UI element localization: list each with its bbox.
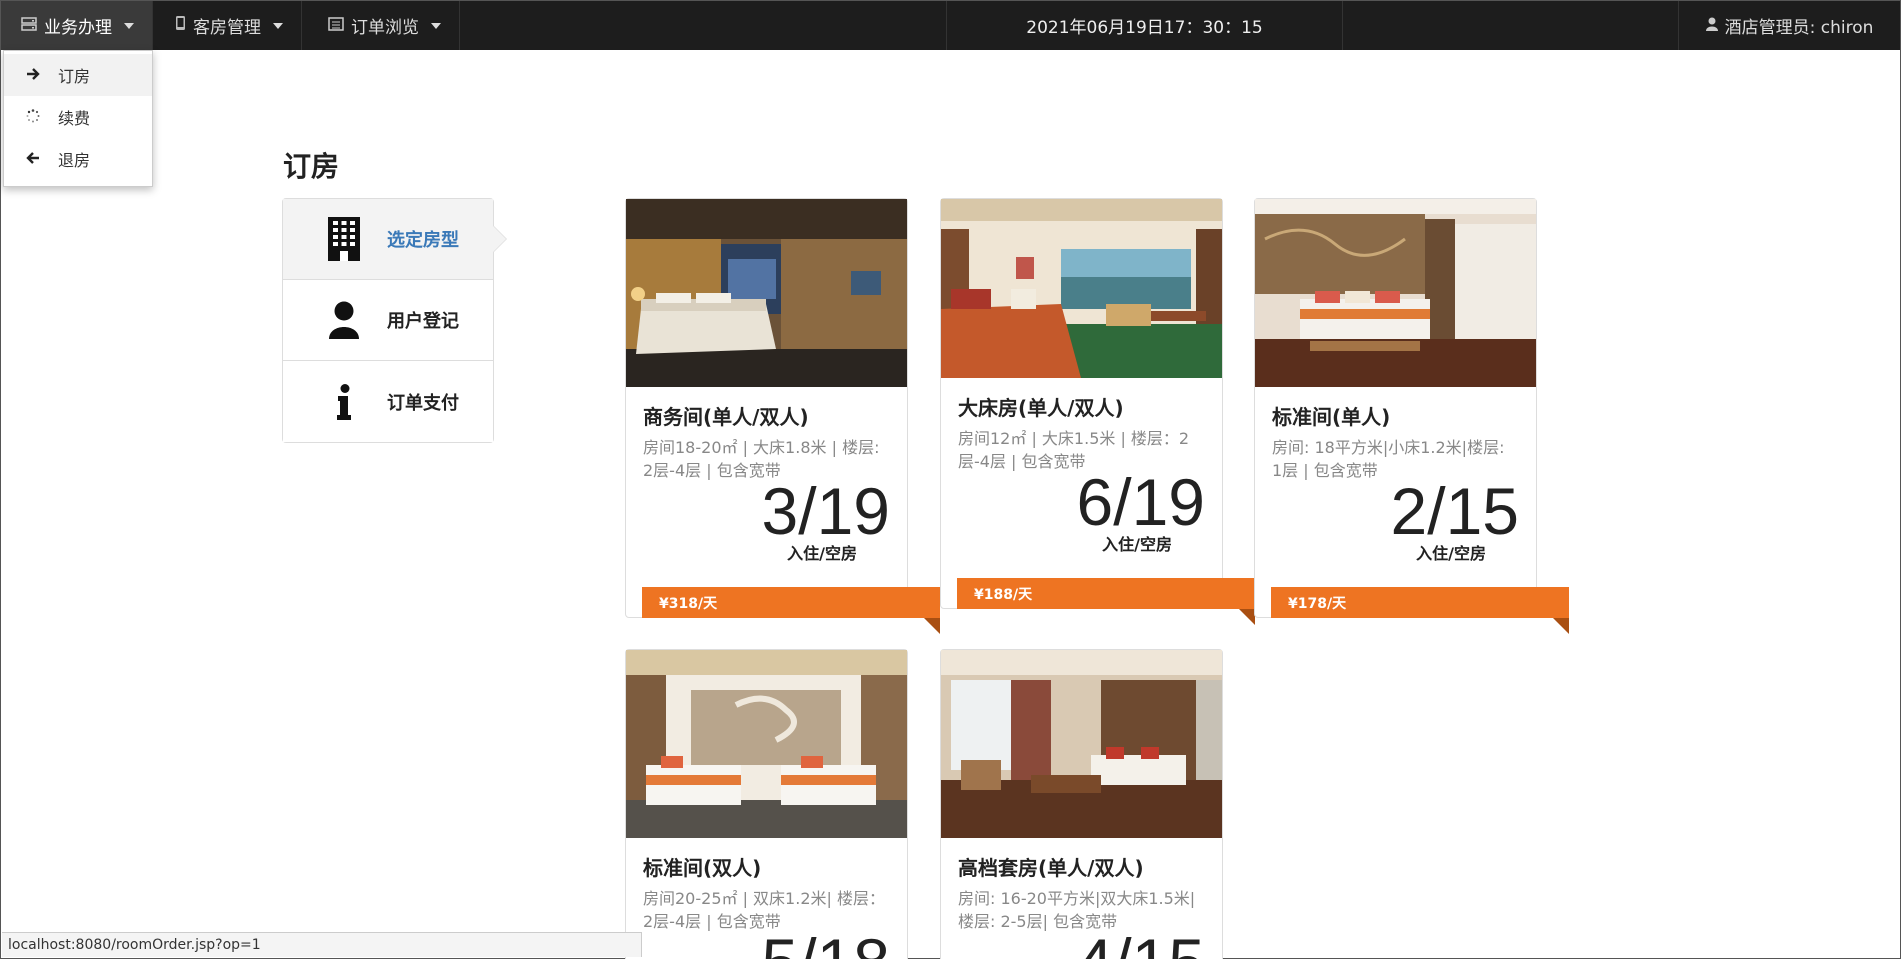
room-price: ¥178/天 (1288, 595, 1347, 612)
room-title: 大床房(单人/双人) (958, 396, 1124, 420)
admin-user-label: 酒店管理员: chiron (1724, 18, 1874, 38)
room-occupancy-count: 6/19 (1076, 465, 1205, 539)
nav-menu-business-label: 业务办理 (44, 18, 112, 38)
room-title: 标准间(单人) (1272, 405, 1391, 429)
page-title: 订房 (283, 150, 340, 183)
room-title: 商务间(单人/双人) (643, 405, 809, 429)
room-card-king[interactable]: 大床房(单人/双人) 房间12㎡ | 大床1.5米 | 楼层：2层-4层 | 包… (940, 198, 1255, 625)
nav-menu-business[interactable]: 业务办理 (1, 1, 153, 50)
chevron-down-icon (431, 22, 441, 29)
room-photo (941, 650, 1222, 838)
room-photo (941, 199, 1222, 378)
booking-steps: 选定房型 用户登记 订单支付 (282, 198, 507, 443)
dropdown-item-label: 订房 (58, 67, 91, 86)
room-occupancy-count: 4/15 (941, 929, 1222, 959)
phone-icon (175, 15, 186, 36)
dropdown-item-label: 退房 (58, 151, 91, 170)
room-card-standard-single[interactable]: 标准间(单人) 房间: 18平方米|小床1.2米|楼层: 1层 | 包含宽带 2… (1254, 198, 1569, 634)
building-icon (321, 217, 367, 261)
step-select-room-type[interactable]: 选定房型 (283, 199, 507, 280)
room-occupancy-count: 2/15 (1390, 474, 1519, 548)
room-price-ribbon: ¥318/天 (642, 587, 940, 634)
admin-user-menu[interactable]: 酒店管理员: chiron (1678, 1, 1900, 50)
arrow-right-icon (26, 66, 48, 85)
browser-status-bar: localhost:8080/roomOrder.jsp?op=1 (2, 932, 642, 957)
dropdown-item-book-room[interactable]: 订房 (4, 54, 152, 96)
step-label: 订单支付 (387, 392, 459, 414)
room-title: 标准间(双人) (643, 856, 762, 880)
list-alt-icon (328, 16, 344, 36)
clock-display: 2021年06月19日17：30：15 (946, 1, 1343, 50)
room-price-ribbon: ¥188/天 (957, 578, 1255, 625)
info-icon (321, 383, 367, 420)
room-photo (626, 199, 907, 387)
step-order-payment[interactable]: 订单支付 (283, 361, 493, 442)
dropdown-item-renew[interactable]: 续费 (4, 96, 152, 138)
chevron-down-icon (124, 22, 134, 29)
user-icon (321, 301, 367, 339)
chevron-down-icon (273, 22, 283, 29)
nav-menu-orders[interactable]: 订单浏览 (308, 1, 460, 50)
room-card-business[interactable]: 商务间(单人/双人) 房间18-20㎡ | 大床1.8米 | 楼层: 2层-4层… (625, 198, 940, 634)
room-photo (626, 650, 907, 838)
nav-menu-rooms-label: 客房管理 (193, 18, 261, 38)
dropdown-item-checkout[interactable]: 退房 (4, 138, 152, 180)
top-navbar: 业务办理 客房管理 订单浏览 2021年06月19日17：30：15 酒店管理员… (1, 1, 1900, 50)
server-icon (21, 16, 37, 36)
user-icon (1705, 16, 1718, 36)
nav-menu-rooms[interactable]: 客房管理 (155, 1, 302, 50)
room-occupancy-count: 3/19 (761, 474, 890, 548)
business-dropdown-menu: 订房 续费 退房 (3, 50, 153, 187)
room-price: ¥188/天 (974, 586, 1033, 603)
room-price: ¥318/天 (659, 595, 718, 612)
room-title: 高档套房(单人/双人) (958, 856, 1144, 880)
room-card-suite[interactable]: 高档套房(单人/双人) 房间: 16-20平方米|双大床1.5米| 楼层: 2-… (940, 649, 1223, 959)
spinner-icon (26, 108, 48, 127)
dropdown-item-label: 续费 (58, 109, 91, 128)
step-label: 用户登记 (387, 311, 459, 332)
room-photo (1255, 199, 1536, 387)
step-user-registration[interactable]: 用户登记 (283, 280, 493, 361)
step-label: 选定房型 (387, 230, 459, 251)
room-occupancy-count: 5/18 (626, 929, 907, 959)
room-price-ribbon: ¥178/天 (1271, 587, 1569, 634)
arrow-left-icon (26, 150, 48, 169)
nav-menu-orders-label: 订单浏览 (351, 18, 419, 38)
room-card-standard-double[interactable]: 标准间(双人) 房间20-25㎡ | 双床1.2米| 楼层：2层-4层 | 包含… (625, 649, 908, 959)
